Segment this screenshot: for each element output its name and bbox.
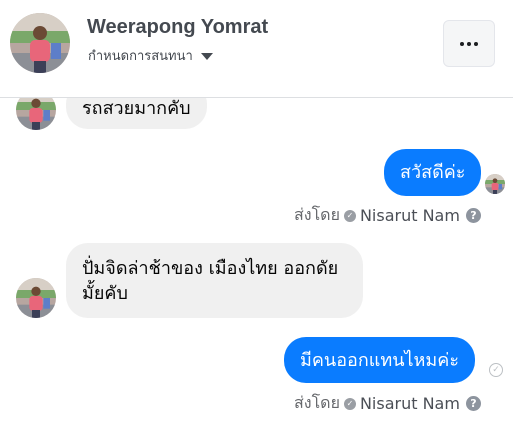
message-text: รถสวยมากคับ xyxy=(82,98,191,119)
more-options-button[interactable] xyxy=(443,20,495,67)
sent-by-line: ส่งโดย ✓ Nisarut Nam ? xyxy=(294,203,481,228)
message-text: ปั่มจิดล่าช้าของ เมืองไทย ออกดัยมั้ยคับ xyxy=(82,258,339,304)
sent-by-label: ส่งโดย xyxy=(294,393,340,412)
message-text: มีคนออกแทนไหมค่ะ xyxy=(300,350,459,371)
sender-name[interactable]: Nisarut Nam xyxy=(360,394,460,413)
contact-avatar[interactable] xyxy=(16,278,56,318)
caret-down-icon xyxy=(200,53,213,60)
sent-by-line: ส่งโดย ✓ Nisarut Nam ? xyxy=(294,391,481,416)
outgoing-message-bubble[interactable]: สวัสดีค่ะ xyxy=(384,149,482,196)
sender-name[interactable]: Nisarut Nam xyxy=(360,206,460,225)
incoming-message-bubble[interactable]: ปั่มจิดล่าช้าของ เมืองไทย ออกดัยมั้ยคับ xyxy=(66,243,363,318)
sent-by-label: ส่งโดย xyxy=(294,205,340,224)
check-circle-icon: ✓ xyxy=(489,363,503,377)
contact-name[interactable]: Weerapong Yomrat xyxy=(87,16,268,39)
seen-avatar xyxy=(485,174,505,194)
more-horizontal-icon xyxy=(460,41,464,46)
outgoing-message-bubble[interactable]: มีคนออกแทนไหมค่ะ xyxy=(284,337,475,383)
check-circle-icon: ✓ xyxy=(343,209,356,222)
contact-avatar[interactable] xyxy=(10,13,70,73)
question-circle-icon[interactable]: ? xyxy=(465,396,481,411)
message-text: สวัสดีค่ะ xyxy=(400,162,466,183)
schedule-conversation-label: กำหนดการสนทนา xyxy=(88,49,193,64)
conversation-header: Weerapong Yomrat กำหนดการสนทนา xyxy=(0,0,513,98)
schedule-conversation-dropdown[interactable]: กำหนดการสนทนา xyxy=(88,45,213,66)
check-circle-icon: ✓ xyxy=(343,397,356,410)
question-circle-icon[interactable]: ? xyxy=(465,208,481,223)
